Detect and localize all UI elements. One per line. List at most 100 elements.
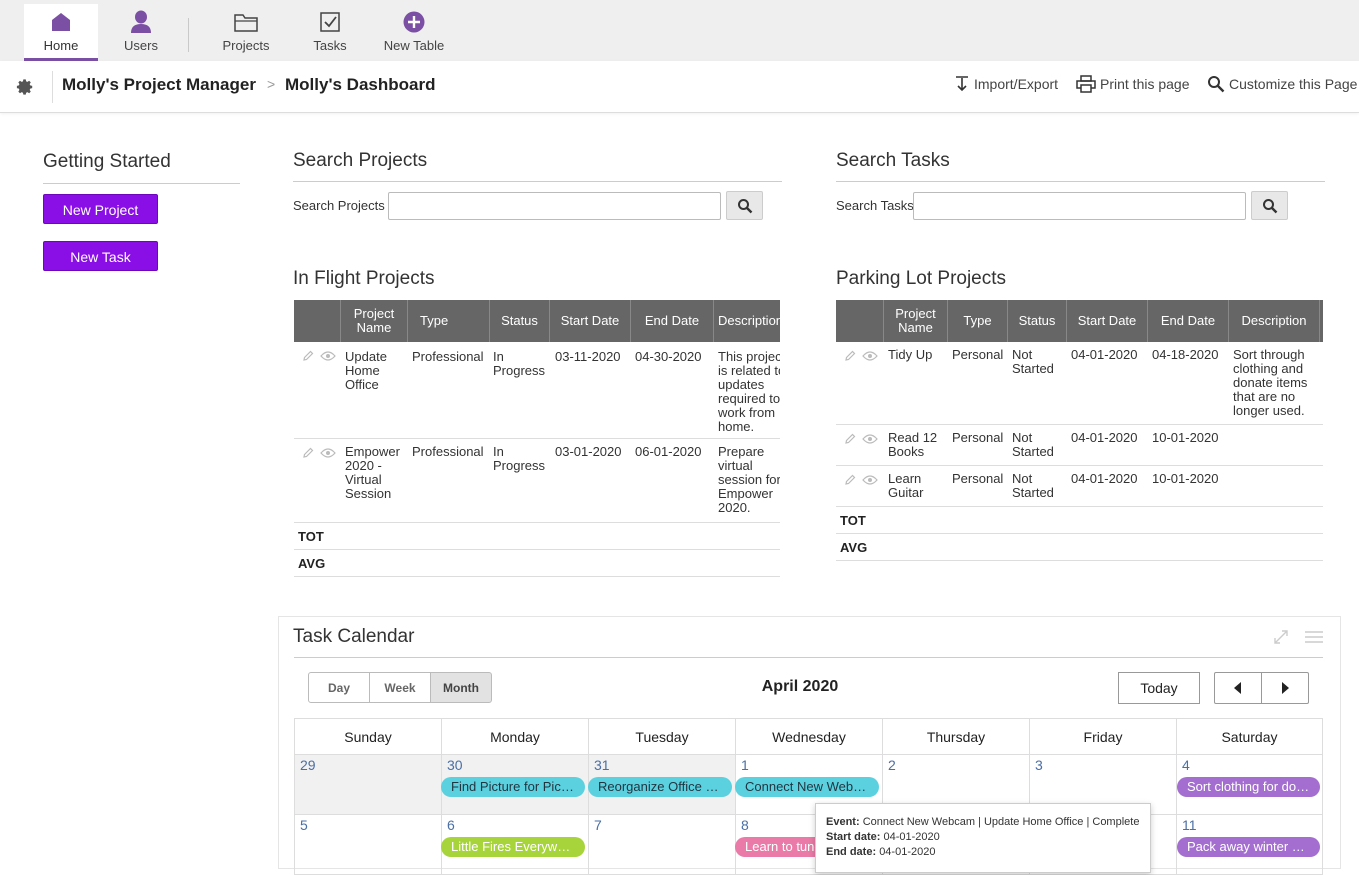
search-tasks-input[interactable] xyxy=(913,192,1246,220)
table-header: Project Name Type Status Start Date End … xyxy=(294,300,780,342)
status-cell: Not Started xyxy=(1012,347,1054,376)
day-cell[interactable]: 5 xyxy=(294,815,441,875)
plus-circle-icon xyxy=(403,11,425,33)
edit-icon[interactable] xyxy=(844,474,856,486)
customize-label: Customize this Page xyxy=(1229,76,1358,92)
search-projects-label: Search Projects xyxy=(293,198,385,213)
search-projects-input[interactable] xyxy=(388,192,721,220)
view-month-button[interactable]: Month xyxy=(430,672,492,703)
average-row: AVG xyxy=(836,534,1323,561)
calendar-event[interactable]: Pack away winter clothes xyxy=(1177,837,1320,857)
status-cell: In Progress xyxy=(493,444,546,473)
calendar-event[interactable]: Little Fires Everywhere xyxy=(441,837,585,857)
column-header-project-name[interactable]: Project Name xyxy=(884,300,948,342)
previous-month-button[interactable] xyxy=(1214,672,1262,704)
type-cell: Personal xyxy=(952,347,1004,362)
search-icon xyxy=(737,198,752,213)
column-header-type[interactable]: Type xyxy=(408,300,490,342)
print-label: Print this page xyxy=(1100,76,1190,92)
search-tasks-button[interactable] xyxy=(1251,191,1288,220)
menu-icon[interactable] xyxy=(1305,630,1323,644)
calendar-event[interactable]: Reorganize Office Furniture xyxy=(588,777,732,797)
total-row: TOT xyxy=(836,507,1323,534)
today-button[interactable]: Today xyxy=(1118,672,1200,704)
getting-started-title: Getting Started xyxy=(43,151,171,172)
customize-link[interactable]: Customize this Page xyxy=(1207,75,1357,93)
nav-projects[interactable]: Projects xyxy=(212,4,280,61)
view-day-button[interactable]: Day xyxy=(308,672,370,703)
tooltip-start-value: 04-01-2020 xyxy=(883,831,940,843)
top-nav: Home Users Projects Tasks New Table xyxy=(0,0,1359,61)
calendar-month-label: April 2020 xyxy=(761,678,839,695)
day-header-tuesday: Tuesday xyxy=(588,718,735,755)
column-header-end-date[interactable]: End Date xyxy=(1148,300,1229,342)
column-header-start-date[interactable]: Start Date xyxy=(550,300,631,342)
edit-icon[interactable] xyxy=(302,350,314,362)
day-cell[interactable]: 7 xyxy=(588,815,735,875)
column-header-actions xyxy=(294,300,341,342)
calendar-event[interactable]: Find Picture for Picture Frame xyxy=(441,777,585,797)
print-link[interactable]: Print this page xyxy=(1076,75,1190,93)
view-icon[interactable] xyxy=(862,350,878,362)
status-cell: In Progress xyxy=(493,349,546,378)
search-projects-title: Search Projects xyxy=(293,150,428,171)
column-header-type[interactable]: Type xyxy=(948,300,1008,342)
day-number: 1 xyxy=(741,757,749,773)
new-project-button[interactable]: New Project xyxy=(43,194,158,224)
search-gear-icon xyxy=(1208,76,1225,93)
start-date-cell: 03-01-2020 xyxy=(555,444,622,459)
day-number: 5 xyxy=(300,817,308,833)
user-icon xyxy=(131,10,151,33)
search-projects-button[interactable] xyxy=(726,191,763,220)
edit-icon[interactable] xyxy=(844,350,856,362)
nav-new-table[interactable]: New Table xyxy=(380,4,448,61)
description-cell: This project is related to updates requi… xyxy=(718,349,780,434)
getting-started-rule xyxy=(43,183,240,184)
view-week-button[interactable]: Week xyxy=(369,672,431,703)
nav-separator xyxy=(188,18,189,52)
day-number: 4 xyxy=(1182,757,1190,773)
type-cell: Personal xyxy=(952,471,1004,486)
nav-tasks[interactable]: Tasks xyxy=(300,4,360,61)
day-cell[interactable]: 29 xyxy=(294,755,441,815)
import-export-label: Import/Export xyxy=(974,76,1059,92)
project-name-cell: Read 12 Books xyxy=(888,430,938,459)
column-header-project-name[interactable]: Project Name xyxy=(341,300,408,342)
parking-lot-table: Project Name Type Status Start Date End … xyxy=(836,300,1323,562)
search-tasks-label: Search Tasks xyxy=(836,198,914,213)
view-icon[interactable] xyxy=(862,474,878,486)
project-name-cell: Tidy Up xyxy=(888,347,933,362)
view-icon[interactable] xyxy=(862,433,878,445)
day-header-wednesday: Wednesday xyxy=(735,718,882,755)
column-header-status[interactable]: Status xyxy=(490,300,550,342)
new-task-button[interactable]: New Task xyxy=(43,241,158,271)
start-date-cell: 03-11-2020 xyxy=(555,349,621,364)
column-header-end-date[interactable]: End Date xyxy=(631,300,714,342)
event-tooltip: Event: Connect New Webcam | Update Home … xyxy=(815,803,1151,873)
import-export-link[interactable]: Import/Export xyxy=(954,75,1058,93)
gear-icon[interactable] xyxy=(16,78,34,96)
type-cell: Professional xyxy=(412,349,484,364)
day-number: 8 xyxy=(741,817,749,833)
expand-icon[interactable] xyxy=(1273,629,1289,645)
import-export-icon xyxy=(956,76,968,92)
tooltip-end-value: 04-01-2020 xyxy=(879,846,936,858)
edit-icon[interactable] xyxy=(844,433,856,445)
nav-users[interactable]: Users xyxy=(108,4,174,61)
folder-icon xyxy=(234,14,258,32)
column-header-status[interactable]: Status xyxy=(1008,300,1067,342)
day-number: 7 xyxy=(594,817,602,833)
calendar-event[interactable]: Sort clothing for donation xyxy=(1177,777,1320,797)
calendar-event[interactable]: Connect New Webcam xyxy=(735,777,879,797)
edit-icon[interactable] xyxy=(302,447,314,459)
breadcrumb-app[interactable]: Molly's Project Manager xyxy=(62,75,256,95)
column-header-description[interactable]: Description xyxy=(1229,300,1320,342)
nav-home[interactable]: Home xyxy=(24,4,98,61)
column-header-description[interactable]: Description xyxy=(714,300,780,342)
view-icon[interactable] xyxy=(320,350,336,362)
table-row: Empower 2020 - Virtual Session Professio… xyxy=(294,439,780,523)
column-header-start-date[interactable]: Start Date xyxy=(1067,300,1148,342)
next-month-button[interactable] xyxy=(1261,672,1309,704)
view-icon[interactable] xyxy=(320,447,336,459)
table-row: Tidy Up Personal Not Started 04-01-2020 … xyxy=(836,342,1323,425)
